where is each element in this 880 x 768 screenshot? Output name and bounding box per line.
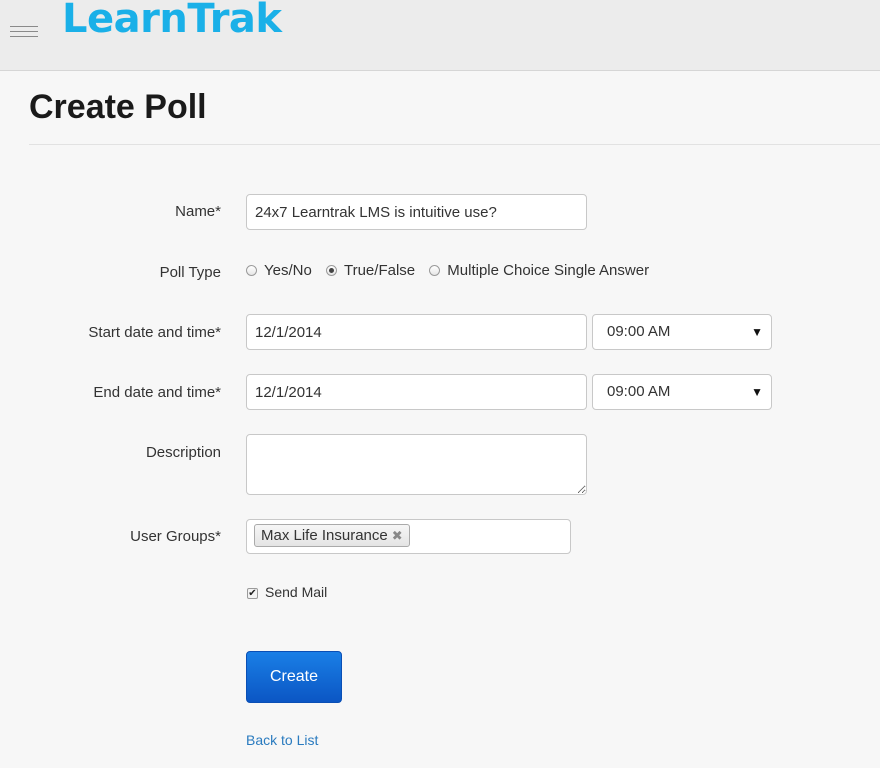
user-group-tag: Max Life Insurance ✖ xyxy=(254,524,410,547)
end-time-select[interactable]: 09:00 AM ▼ xyxy=(592,374,772,410)
end-date-input[interactable] xyxy=(246,374,587,410)
page-title: Create Poll xyxy=(29,88,207,126)
poll-type-option-yes-no[interactable]: Yes/No xyxy=(246,262,312,279)
radio-button-icon[interactable] xyxy=(429,265,441,276)
start-datetime-label: Start date and time* xyxy=(88,324,221,341)
user-groups-label: User Groups* xyxy=(130,528,221,545)
radio-button-icon[interactable] xyxy=(246,265,257,276)
name-input[interactable] xyxy=(246,194,587,230)
dropdown-arrow-icon: ▼ xyxy=(751,325,763,339)
poll-type-label: Poll Type xyxy=(159,264,221,281)
send-mail-checkbox[interactable]: ✔ xyxy=(247,588,258,599)
app-logo[interactable]: LearnTrak xyxy=(62,0,282,42)
poll-type-option-label: True/False xyxy=(343,262,416,279)
hamburger-menu-icon[interactable] xyxy=(10,26,38,40)
end-time-value: 09:00 AM xyxy=(607,383,671,400)
end-datetime-label: End date and time* xyxy=(93,384,221,401)
top-bar: LearnTrak xyxy=(0,0,880,71)
start-time-value: 09:00 AM xyxy=(607,323,671,340)
description-label: Description xyxy=(145,444,221,461)
dropdown-arrow-icon: ▼ xyxy=(751,385,763,399)
send-mail-label: Send Mail xyxy=(265,584,328,600)
remove-tag-icon[interactable]: ✖ xyxy=(392,528,403,543)
poll-type-option-label: Multiple Choice Single Answer xyxy=(447,262,650,279)
create-button[interactable]: Create xyxy=(246,651,342,703)
poll-type-option-multiple-choice[interactable]: Multiple Choice Single Answer xyxy=(429,262,649,279)
user-group-tag-label: Max Life Insurance xyxy=(261,527,388,544)
poll-type-radio-group: Yes/No True/False Multiple Choice Single… xyxy=(246,262,659,279)
poll-type-option-label: Yes/No xyxy=(264,262,312,279)
start-time-select[interactable]: 09:00 AM ▼ xyxy=(592,314,772,350)
radio-button-selected-icon[interactable] xyxy=(325,265,337,276)
poll-type-option-true-false[interactable]: True/False xyxy=(325,262,416,279)
name-label: Name* xyxy=(175,203,221,220)
description-textarea[interactable] xyxy=(246,434,587,495)
start-date-input[interactable] xyxy=(246,314,587,350)
title-divider xyxy=(29,144,880,145)
back-to-list-link[interactable]: Back to List xyxy=(246,732,318,748)
